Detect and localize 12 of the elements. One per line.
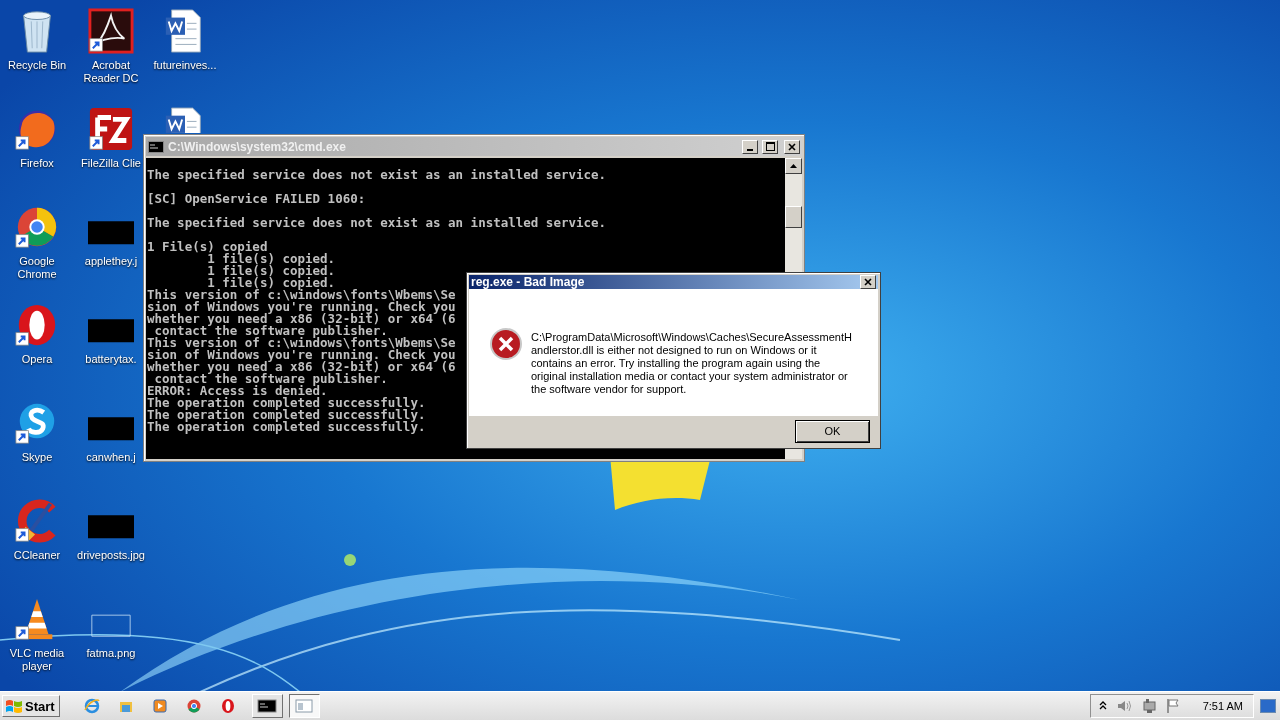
speaker-icon[interactable] <box>1115 698 1132 714</box>
windows-flag-icon <box>5 698 23 714</box>
start-button[interactable]: Start <box>2 695 60 717</box>
network-icon[interactable] <box>1140 698 1157 714</box>
media-player-icon[interactable] <box>151 698 168 714</box>
flag-icon[interactable] <box>1165 698 1180 714</box>
chevron-up-icon[interactable] <box>1098 701 1107 711</box>
console-icon <box>257 697 278 715</box>
clock[interactable]: 7:51 AM <box>1202 700 1243 712</box>
window-icon <box>294 697 315 715</box>
ring-icon[interactable] <box>219 698 236 714</box>
browser-icon[interactable] <box>185 698 202 714</box>
